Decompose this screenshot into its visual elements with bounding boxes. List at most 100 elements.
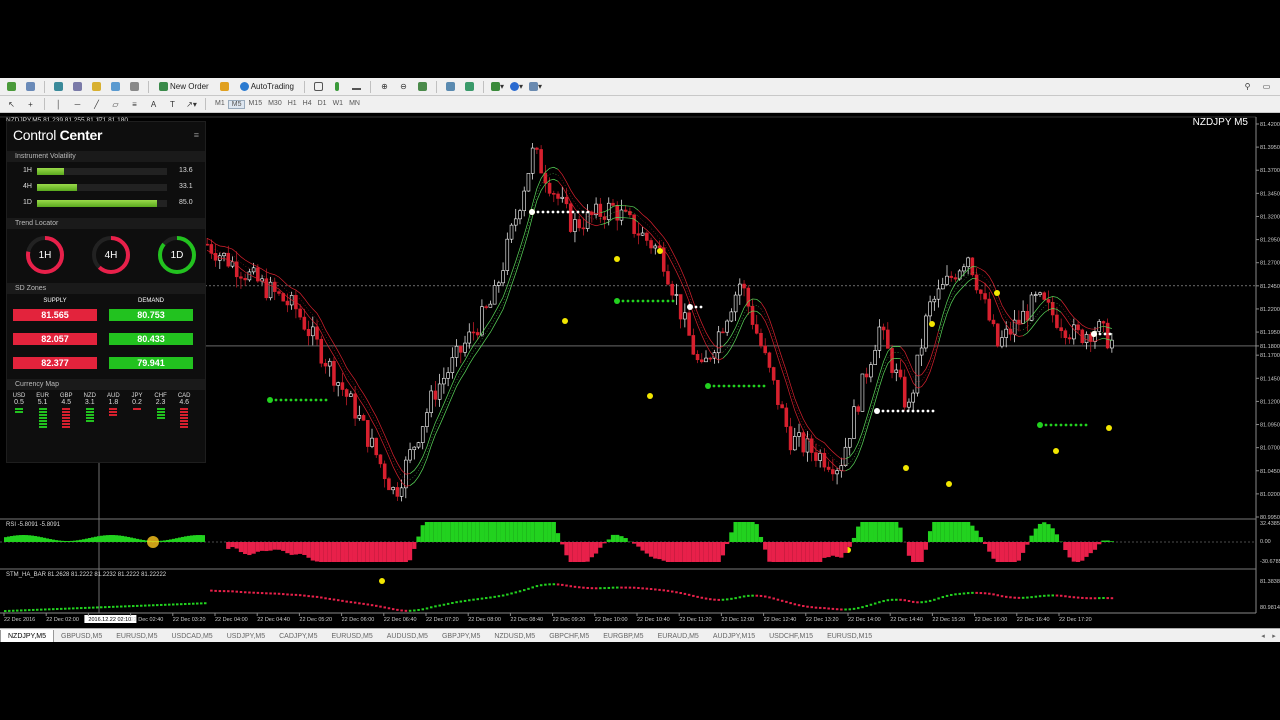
autotrading-button[interactable]: AutoTrading	[236, 79, 298, 94]
rsi-bar	[1075, 542, 1081, 562]
timeframe-mn[interactable]: MN	[346, 100, 363, 109]
zoom-in-icon[interactable]: ⊕	[377, 79, 392, 94]
timeframe-w1[interactable]: W1	[330, 100, 347, 109]
level-trail-dot	[1049, 423, 1053, 427]
ha-bar	[152, 604, 155, 607]
ha-bar	[1004, 595, 1008, 598]
periods-icon[interactable]: ▾	[509, 79, 524, 94]
timeframe-m5[interactable]: M5	[227, 99, 246, 109]
ha-bar	[1017, 596, 1021, 599]
toolbar-separator	[369, 80, 371, 93]
tester-icon[interactable]	[127, 79, 142, 94]
profiles-icon[interactable]	[23, 79, 38, 94]
ha-bar	[675, 591, 678, 594]
chart-tab[interactable]: USDCAD,M5	[164, 630, 219, 643]
chart-window[interactable]: NZDJPY,M5 81.239 81.255 81.171 81.180NZD…	[0, 113, 1280, 628]
channel-icon[interactable]: ▱	[108, 97, 123, 112]
rsi-bar	[43, 537, 46, 542]
price-label: 81.1800	[1260, 344, 1280, 350]
chart-tab[interactable]: GBPCHF,M5	[542, 630, 596, 643]
rsi-bar	[987, 542, 992, 552]
templates-icon[interactable]: ▾	[528, 79, 543, 94]
chart-tab[interactable]: AUDUSD,M5	[380, 630, 435, 643]
chart-tab[interactable]: EURUSD,M5	[324, 630, 379, 643]
chart-shift-icon[interactable]	[443, 79, 458, 94]
tile-windows-icon[interactable]	[415, 79, 430, 94]
line-chart-icon[interactable]	[349, 79, 364, 94]
search-icon[interactable]: ⚲	[1240, 79, 1255, 94]
data-window-icon[interactable]	[70, 79, 85, 94]
horizontal-line-icon[interactable]: ─	[70, 97, 85, 112]
chart-tab[interactable]: EURAUD,M5	[651, 630, 706, 643]
level-trail-dot	[757, 384, 761, 388]
rsi-bar	[610, 534, 616, 542]
chart-tab[interactable]: GBPUSD,M5	[54, 630, 109, 643]
price-label: 81.3450	[1260, 191, 1280, 197]
chart-tab[interactable]: USDCHF,M15	[762, 630, 820, 643]
chart-tab[interactable]: AUDJPY,M15	[706, 630, 762, 643]
rsi-bar	[395, 542, 400, 562]
metaeditor-icon[interactable]	[217, 79, 232, 94]
tab-scroll-left-icon[interactable]: ◂	[1258, 629, 1268, 642]
rsi-bar	[281, 542, 286, 551]
ha-bar	[320, 596, 323, 599]
bar-chart-icon[interactable]	[311, 79, 326, 94]
autoscroll-icon[interactable]	[462, 79, 477, 94]
candle-body	[763, 345, 767, 354]
timeframe-m1[interactable]: M1	[212, 100, 228, 109]
arrows-icon[interactable]: ↗▾	[184, 97, 199, 112]
chart-tab[interactable]: EURUSD,M5	[109, 630, 164, 643]
label-icon[interactable]: T	[165, 97, 180, 112]
chart-tab[interactable]: GBPJPY,M5	[435, 630, 487, 643]
candle-body	[442, 377, 446, 385]
candle-body	[945, 275, 949, 285]
timeframe-m30[interactable]: M30	[265, 100, 285, 109]
chart-tab[interactable]: EURUSD,M15	[820, 630, 879, 643]
navigator-icon[interactable]	[89, 79, 104, 94]
candlestick-icon[interactable]	[330, 79, 345, 94]
timeframe-h4[interactable]: H4	[300, 100, 315, 109]
rsi-bar	[598, 542, 603, 548]
indicators-icon[interactable]: ▾	[490, 79, 505, 94]
new-chart-icon[interactable]	[4, 79, 19, 94]
cursor-icon[interactable]: ↖	[4, 97, 19, 112]
timeframe-m15[interactable]: M15	[245, 100, 265, 109]
ha-bar	[1072, 596, 1076, 599]
crosshair-icon[interactable]: +	[23, 97, 38, 112]
ha-bar	[501, 594, 505, 597]
terminal-icon[interactable]	[108, 79, 123, 94]
volatility-bar-fill	[37, 184, 78, 191]
level-trail-dot	[891, 409, 895, 413]
supply-header: SUPPLY	[43, 298, 67, 304]
ha-bar	[324, 597, 327, 600]
candle	[505, 232, 510, 275]
rsi-bar	[602, 542, 607, 544]
currency-nzd: NZD 3.1	[82, 393, 98, 422]
supply-level: 81.565	[13, 309, 97, 321]
menu-icon[interactable]: ≡	[194, 130, 199, 140]
new-order-button[interactable]: New Order	[155, 79, 213, 94]
chart-tab[interactable]: USDJPY,M5	[220, 630, 272, 643]
trendline-icon[interactable]: ╱	[89, 97, 104, 112]
price-label: 81.1450	[1260, 376, 1280, 382]
chart-tab[interactable]: EURGBP,M5	[596, 630, 650, 643]
vertical-line-icon[interactable]: │	[51, 97, 66, 112]
volatility-bar-fill	[37, 200, 157, 207]
timeframe-h1[interactable]: H1	[285, 100, 300, 109]
market-watch-icon[interactable]	[51, 79, 66, 94]
chat-icon[interactable]: ▭	[1259, 79, 1274, 94]
fibonacci-icon[interactable]: ≡	[127, 97, 142, 112]
level-trail-dot	[581, 210, 585, 214]
zoom-out-icon[interactable]: ⊖	[396, 79, 411, 94]
mouse-cursor-highlight	[147, 536, 159, 548]
tab-scroll-right-icon[interactable]: ▸	[1269, 629, 1279, 642]
timeframe-d1[interactable]: D1	[315, 100, 330, 109]
chart-tab[interactable]: CADJPY,M5	[272, 630, 324, 643]
text-icon[interactable]: A	[146, 97, 161, 112]
time-label: 22 Dec 03:20	[173, 617, 206, 623]
chart-tab[interactable]: NZDUSD,M5	[487, 630, 542, 643]
rsi-bar	[61, 540, 64, 542]
ha-bar	[924, 600, 928, 603]
rsi-bar	[106, 535, 109, 542]
candle-body	[771, 367, 776, 381]
